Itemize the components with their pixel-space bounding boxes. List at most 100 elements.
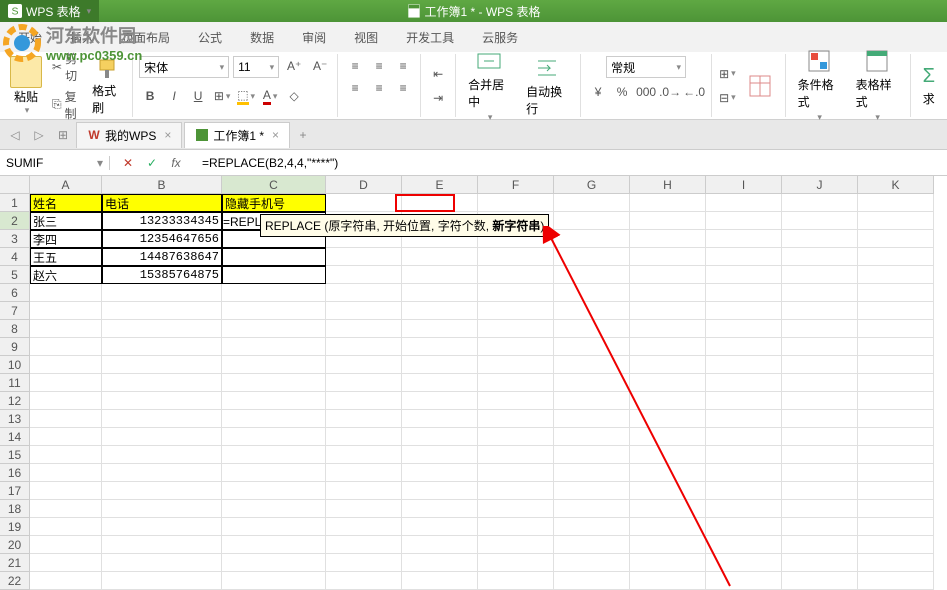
cell-A9[interactable] <box>30 338 102 356</box>
cell-G12[interactable] <box>554 392 630 410</box>
row-header-21[interactable]: 21 <box>0 554 30 572</box>
cell-D13[interactable] <box>326 410 402 428</box>
percent-icon[interactable]: % <box>611 82 633 102</box>
cell-B4[interactable]: 14487638647 <box>102 248 222 266</box>
cell-A19[interactable] <box>30 518 102 536</box>
cell-K11[interactable] <box>858 374 934 392</box>
cell-G5[interactable] <box>554 266 630 284</box>
cell-G9[interactable] <box>554 338 630 356</box>
cell-A20[interactable] <box>30 536 102 554</box>
cell-G15[interactable] <box>554 446 630 464</box>
cell-I9[interactable] <box>706 338 782 356</box>
cell-B2[interactable]: 13233334345 <box>102 212 222 230</box>
cell-F5[interactable] <box>478 266 554 284</box>
cell-A8[interactable] <box>30 320 102 338</box>
row-header-16[interactable]: 16 <box>0 464 30 482</box>
cell-K5[interactable] <box>858 266 934 284</box>
paste-button[interactable]: 粘贴▾ <box>6 56 46 116</box>
cell-F8[interactable] <box>478 320 554 338</box>
cell-I17[interactable] <box>706 482 782 500</box>
cell-D19[interactable] <box>326 518 402 536</box>
cell-J5[interactable] <box>782 266 858 284</box>
cell-F16[interactable] <box>478 464 554 482</box>
cell-F4[interactable] <box>478 248 554 266</box>
cell-H2[interactable] <box>630 212 706 230</box>
cell-K8[interactable] <box>858 320 934 338</box>
cell-J12[interactable] <box>782 392 858 410</box>
new-tab-icon[interactable]: + <box>292 124 314 146</box>
cell-E6[interactable] <box>402 284 478 302</box>
row-header-18[interactable]: 18 <box>0 500 30 518</box>
cell-D10[interactable] <box>326 356 402 374</box>
cell-I6[interactable] <box>706 284 782 302</box>
formula-input[interactable]: =REPLACE(B2,4,4,"****") <box>194 156 947 170</box>
cell-C16[interactable] <box>222 464 326 482</box>
inc-decimal-icon[interactable]: .0→ <box>659 82 681 102</box>
cell-F19[interactable] <box>478 518 554 536</box>
cond-format-button[interactable]: 条件格式▾ <box>792 48 846 123</box>
cell-F9[interactable] <box>478 338 554 356</box>
cell-E12[interactable] <box>402 392 478 410</box>
cell-D5[interactable] <box>326 266 402 284</box>
menu-formula[interactable]: 公式 <box>184 23 236 52</box>
cell-H6[interactable] <box>630 284 706 302</box>
cell-J4[interactable] <box>782 248 858 266</box>
app-tag[interactable]: S WPS 表格 ▾ <box>0 0 99 22</box>
cell-G17[interactable] <box>554 482 630 500</box>
row-header-13[interactable]: 13 <box>0 410 30 428</box>
align-middle-icon[interactable]: ≡ <box>368 56 390 76</box>
cell-G7[interactable] <box>554 302 630 320</box>
cell-H13[interactable] <box>630 410 706 428</box>
cell-D18[interactable] <box>326 500 402 518</box>
cell-J13[interactable] <box>782 410 858 428</box>
confirm-formula-button[interactable]: ✓ <box>144 156 160 170</box>
cell-H8[interactable] <box>630 320 706 338</box>
cell-K15[interactable] <box>858 446 934 464</box>
select-all-corner[interactable] <box>0 176 30 194</box>
cell-I8[interactable] <box>706 320 782 338</box>
cell-B15[interactable] <box>102 446 222 464</box>
row-header-1[interactable]: 1 <box>0 194 30 212</box>
cell-K4[interactable] <box>858 248 934 266</box>
cell-A3[interactable]: 李四 <box>30 230 102 248</box>
cell-D16[interactable] <box>326 464 402 482</box>
cell-E22[interactable] <box>402 572 478 590</box>
cell-H17[interactable] <box>630 482 706 500</box>
cell-J3[interactable] <box>782 230 858 248</box>
cell-K18[interactable] <box>858 500 934 518</box>
cell-K20[interactable] <box>858 536 934 554</box>
cell-K10[interactable] <box>858 356 934 374</box>
cell-E14[interactable] <box>402 428 478 446</box>
cell-E7[interactable] <box>402 302 478 320</box>
cell-J8[interactable] <box>782 320 858 338</box>
cell-G16[interactable] <box>554 464 630 482</box>
col-header-D[interactable]: D <box>326 176 402 194</box>
cell-B6[interactable] <box>102 284 222 302</box>
fill-color-button[interactable]: ⬚▾ <box>235 86 257 106</box>
cell-A15[interactable] <box>30 446 102 464</box>
align-top-icon[interactable]: ≡ <box>344 56 366 76</box>
cell-E5[interactable] <box>402 266 478 284</box>
cell-H9[interactable] <box>630 338 706 356</box>
cell-B3[interactable]: 12354647656 <box>102 230 222 248</box>
cell-A17[interactable] <box>30 482 102 500</box>
cell-B11[interactable] <box>102 374 222 392</box>
cell-B1[interactable]: 电话 <box>102 194 222 212</box>
cell-G22[interactable] <box>554 572 630 590</box>
cell-I11[interactable] <box>706 374 782 392</box>
cell-F15[interactable] <box>478 446 554 464</box>
cell-C14[interactable] <box>222 428 326 446</box>
cell-J2[interactable] <box>782 212 858 230</box>
cell-I10[interactable] <box>706 356 782 374</box>
cell-J19[interactable] <box>782 518 858 536</box>
cell-A16[interactable] <box>30 464 102 482</box>
row-header-2[interactable]: 2 <box>0 212 30 230</box>
cell-I15[interactable] <box>706 446 782 464</box>
cell-D7[interactable] <box>326 302 402 320</box>
merge-center-button[interactable]: 合并居中▾ <box>462 48 516 123</box>
cell-B10[interactable] <box>102 356 222 374</box>
cell-I1[interactable] <box>706 194 782 212</box>
cell-D20[interactable] <box>326 536 402 554</box>
cell-C11[interactable] <box>222 374 326 392</box>
cell-I19[interactable] <box>706 518 782 536</box>
